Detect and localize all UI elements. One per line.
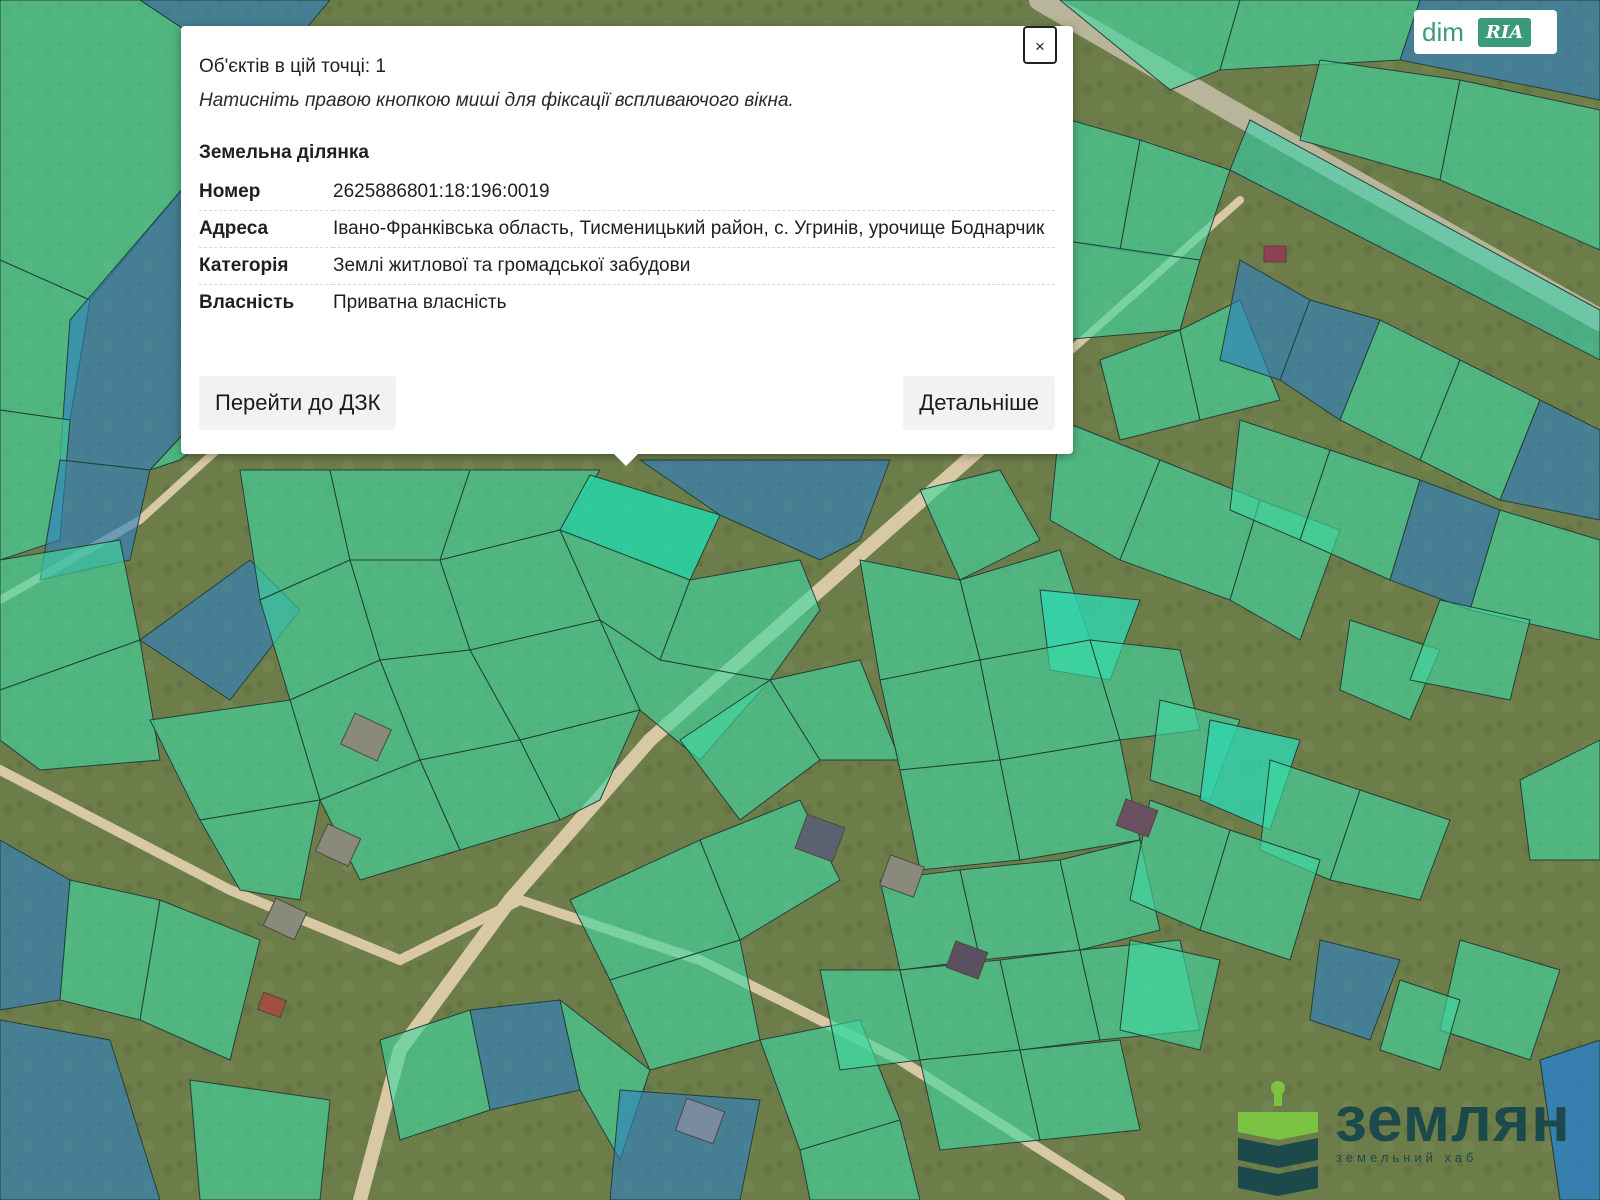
- zemlyan-subtitle: земельний хаб: [1336, 1150, 1478, 1165]
- parcel: [189, 1079, 331, 1200]
- popup-pointer: [614, 454, 638, 466]
- house: [1263, 245, 1287, 263]
- objects-count: Об'єктів в цій точці: 1: [199, 56, 386, 77]
- parcel: [1019, 1039, 1141, 1141]
- attribute-key: Власність: [199, 292, 295, 313]
- attribute-row: Власність Приватна власність: [199, 285, 1055, 322]
- dimria-watermark: dim RIA: [1414, 10, 1557, 54]
- attribute-key: Адреса: [199, 210, 333, 248]
- attribute-row: Адреса Івано-Франківська область, Тисмен…: [199, 210, 1055, 248]
- parcel: [919, 1049, 1041, 1151]
- dimria-dim-text: dim: [1422, 16, 1464, 47]
- dimria-ria-text: RIA: [1477, 17, 1532, 47]
- parcel: [879, 659, 1001, 771]
- attribute-row: Номер 2625886801:18:196:0019: [199, 174, 1055, 211]
- attribute-value: Приватна власність: [333, 292, 507, 313]
- attribute-key: Категорія: [199, 247, 333, 285]
- go-to-dzk-button[interactable]: Перейти до ДЗК: [199, 376, 397, 430]
- popup-hint: Натисніть правою кнопкою миші для фіксац…: [199, 90, 794, 111]
- parcel: [899, 959, 1021, 1061]
- section-title: Земельна ділянка: [199, 142, 369, 163]
- attribute-row: Категорія Землі житлової та громадської …: [199, 247, 1055, 285]
- details-button[interactable]: Детальніше: [903, 376, 1055, 430]
- attribute-value: Землі житлової та громадської забудови: [333, 247, 1055, 285]
- close-button[interactable]: ×: [1023, 26, 1057, 64]
- zemlyan-brand: землян: [1335, 1083, 1571, 1155]
- parcel: [959, 859, 1081, 961]
- parcel-popup: × Об'єктів в цій точці: 1 Натисніть прав…: [181, 26, 1073, 466]
- parcel: [899, 759, 1021, 871]
- attribute-value: Івано-Франківська область, Тисменицький …: [333, 210, 1055, 248]
- attribute-value: 2625886801:18:196:0019: [333, 174, 1055, 211]
- attribute-key: Номер: [199, 174, 333, 211]
- popup-actions: Перейти до ДЗК Детальніше: [199, 376, 1055, 430]
- attributes-table: Номер 2625886801:18:196:0019 Адреса Іван…: [199, 174, 1055, 321]
- parcel: [999, 739, 1141, 861]
